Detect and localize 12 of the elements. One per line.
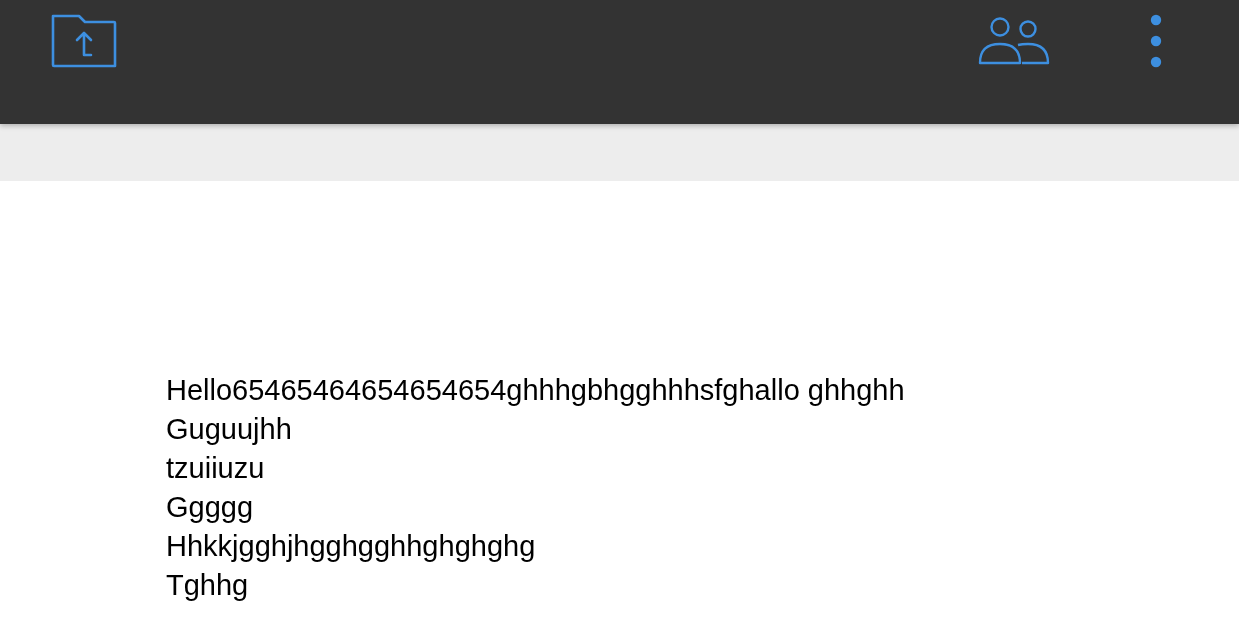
text-line: Ggggg (166, 490, 254, 525)
more-options-button[interactable] (1150, 14, 1162, 68)
text-line: Guguujhh (166, 412, 292, 447)
folder-upload-button[interactable] (51, 14, 117, 68)
more-options-icon (1150, 14, 1162, 68)
text-line: Tghhg (166, 568, 249, 603)
text-line: Hhkkjgghjhgghgghhghghghg (166, 529, 536, 564)
text-line: tzuiiuzu (166, 451, 265, 486)
folder-upload-icon (51, 14, 117, 68)
people-icon (978, 17, 1050, 65)
text-line: Hello65465464654654654ghhhgbhgghhhsfghallo ghhghh (166, 373, 905, 408)
people-button[interactable] (978, 17, 1050, 65)
